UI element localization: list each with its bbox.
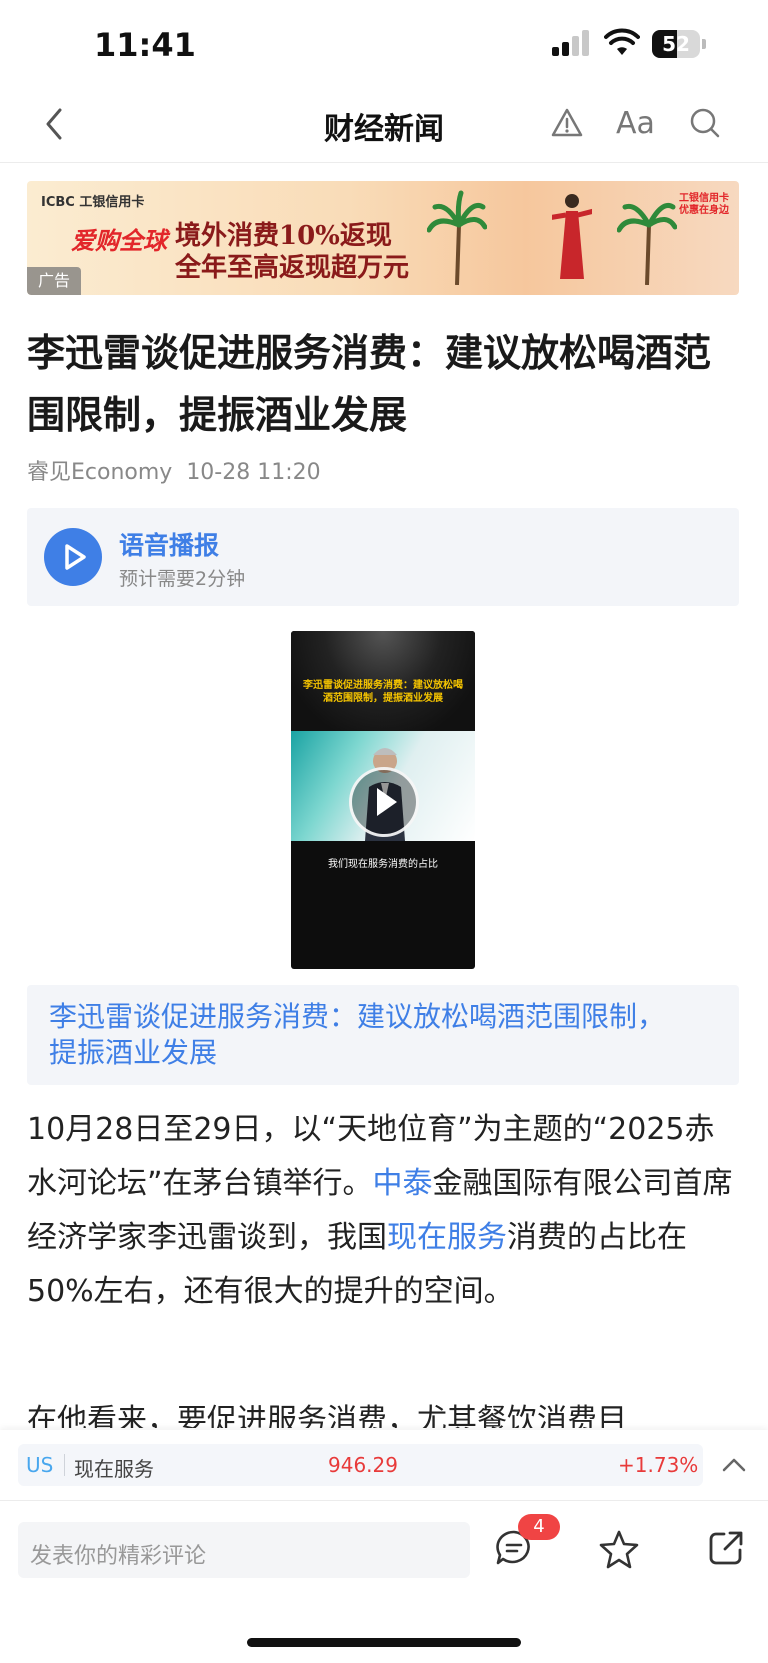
article-meta: 睿见Economy 10-28 11:20 (27, 454, 321, 486)
stock-change: +1.73% (618, 1453, 699, 1477)
wifi-icon (604, 28, 640, 55)
status-time: 11:41 (94, 26, 196, 64)
video-title-card[interactable]: 李迅雷谈促进服务消费：建议放松喝酒范围限制，提振酒业发展 (27, 985, 739, 1085)
stock-ticker[interactable]: US 现在服务 946.29 +1.73% (18, 1444, 703, 1486)
article-paragraph: 10月28日至29日，以“天地位育”为主题的“2025赤水河论坛”在茅台镇举行。… (27, 1103, 743, 1319)
search-icon[interactable] (688, 106, 722, 140)
report-warning-icon[interactable] (550, 106, 584, 140)
video-title: 李迅雷谈促进服务消费：建议放松喝酒范围限制，提振酒业发展 (49, 1000, 666, 1069)
battery-icon: 52 (652, 30, 708, 58)
palm-tree-icon (617, 203, 677, 285)
battery-percent: 52 (662, 32, 690, 56)
market-label: US (26, 1453, 54, 1477)
audio-duration: 预计需要2分钟 (119, 568, 246, 590)
article-title: 李迅雷谈促进服务消费：建议放松喝酒范围限制，提振酒业发展 (27, 331, 712, 437)
stock-price: 946.29 (328, 1453, 398, 1477)
audio-title: 语音播报 (119, 531, 220, 560)
audio-broadcast-card[interactable]: 语音播报 预计需要2分钟 (27, 508, 739, 606)
ad-bank-logo: ICBC 工银信用卡 (41, 195, 145, 210)
stock-link-zhongtai[interactable]: 中泰 (373, 1166, 433, 1201)
comment-placeholder: 发表你的精彩评论 (30, 1544, 207, 1569)
nav-divider (0, 162, 768, 163)
video-player[interactable]: 李迅雷谈促进服务消费：建议放松喝酒范围限制，提振酒业发展 我们现在服务消费的占比 (291, 631, 475, 969)
ad-corner-label: 工银信用卡 优惠在身边 (679, 193, 729, 216)
article-source[interactable]: 睿见Economy (27, 460, 172, 485)
comment-count-badge: 4 (518, 1514, 560, 1540)
home-indicator[interactable] (247, 1638, 521, 1647)
article-time: 10-28 11:20 (186, 460, 321, 485)
cellular-signal-icon (552, 30, 592, 56)
ad-banner[interactable]: ICBC 工银信用卡 爱购全球 境外消费10%返现 全年至高返现超万元 工银信用… (27, 181, 739, 295)
palm-tree-icon (427, 190, 487, 285)
stock-name: 现在服务 (74, 1457, 154, 1481)
ad-model-figure (552, 194, 592, 279)
chevron-up-icon[interactable] (720, 1452, 748, 1478)
star-icon[interactable] (598, 1528, 640, 1570)
ad-campaign-logo: 爱购全球 (71, 227, 167, 255)
play-icon (65, 544, 86, 570)
font-size-button[interactable]: Aa (616, 106, 655, 141)
video-play-button[interactable] (349, 767, 419, 837)
share-icon[interactable] (706, 1528, 746, 1568)
video-subtitle: 我们现在服务消费的占比 (328, 859, 438, 870)
audio-play-button[interactable] (44, 528, 102, 586)
ad-subheadline: 全年至高返现超万元 (175, 253, 410, 283)
video-caption: 李迅雷谈促进服务消费：建议放松喝酒范围限制，提振酒业发展 (303, 680, 463, 704)
article-paragraph: 在他看来，要促进服务消费，尤其餐饮消费目 (27, 1403, 627, 1428)
divider (64, 1454, 65, 1476)
ad-label-badge: 广告 (27, 267, 81, 295)
comment-input[interactable]: 发表你的精彩评论 (18, 1522, 470, 1578)
stock-link-xianzai-fuwu[interactable]: 现在服务 (387, 1220, 507, 1255)
play-icon (377, 788, 397, 816)
